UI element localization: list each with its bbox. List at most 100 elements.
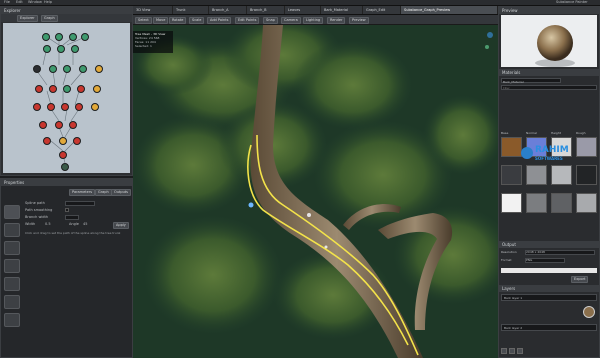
- snap-button[interactable]: Snap: [263, 17, 278, 24]
- graph-node-output[interactable]: [61, 163, 69, 171]
- delete-layer-icon[interactable]: [517, 348, 523, 354]
- select-button[interactable]: Select: [135, 17, 152, 24]
- format-field[interactable]: PNG: [525, 258, 565, 263]
- add-points-button[interactable]: Add Points: [207, 17, 232, 24]
- menu-help[interactable]: Help: [44, 0, 52, 4]
- graph-node[interactable]: [77, 85, 85, 93]
- layer-row[interactable]: Bark layer 2: [501, 324, 597, 331]
- texture-thumb[interactable]: [551, 165, 572, 185]
- menu-file[interactable]: File: [4, 0, 10, 4]
- spline-point[interactable]: [307, 213, 311, 217]
- add-layer-icon[interactable]: [501, 348, 507, 354]
- graph-node[interactable]: [79, 65, 87, 73]
- graph-node[interactable]: [59, 137, 67, 145]
- texture-thumb[interactable]: [551, 193, 572, 213]
- watermark-line2: SOFTWARES: [535, 156, 563, 161]
- texture-thumb[interactable]: [576, 165, 597, 185]
- graph-node[interactable]: [63, 65, 71, 73]
- graph-node[interactable]: [69, 121, 77, 129]
- tab-leaves[interactable]: Leaves: [285, 6, 321, 14]
- tab-graph-preview[interactable]: Substance_Graph_Preview: [401, 6, 498, 14]
- graph-node[interactable]: [69, 33, 77, 41]
- property-row: Spline path: [25, 201, 131, 207]
- graph-node[interactable]: [35, 85, 43, 93]
- spline-point[interactable]: [248, 202, 254, 208]
- duplicate-layer-icon[interactable]: [509, 348, 515, 354]
- graph-button[interactable]: Graph: [41, 15, 58, 22]
- graph-node[interactable]: [91, 103, 99, 111]
- layer-row[interactable]: Bark layer 1: [501, 294, 597, 301]
- angle-value[interactable]: 45: [83, 222, 87, 226]
- graph-node[interactable]: [59, 151, 67, 159]
- rotate-button[interactable]: Rotate: [169, 17, 187, 24]
- tab-branch-a[interactable]: Branch_A: [209, 6, 247, 14]
- material-preview: [501, 15, 597, 67]
- graph-node[interactable]: [63, 85, 71, 93]
- graph-node[interactable]: [81, 33, 89, 41]
- edit-points-button[interactable]: Edit Points: [235, 17, 260, 24]
- tab-graph[interactable]: Graph: [95, 189, 112, 196]
- brush-tool-icon[interactable]: [4, 259, 20, 273]
- tab-outputs[interactable]: Outputs: [111, 189, 131, 196]
- graph-node[interactable]: [33, 103, 41, 111]
- graph-node[interactable]: [42, 33, 50, 41]
- texture-thumb[interactable]: [501, 193, 522, 213]
- graph-node[interactable]: [93, 85, 101, 93]
- material-name-field[interactable]: Bark_Material: [501, 78, 561, 84]
- spline-path-field[interactable]: [65, 201, 95, 206]
- properties-title: Properties: [4, 180, 25, 185]
- spline-tool-icon[interactable]: [4, 205, 20, 219]
- graph-node[interactable]: [55, 121, 63, 129]
- graph-node[interactable]: [43, 45, 51, 53]
- layer-tool-icon[interactable]: [4, 277, 20, 291]
- paint-tool-icon[interactable]: [4, 241, 20, 255]
- settings-tool-icon[interactable]: [4, 313, 20, 327]
- move-button[interactable]: Move: [153, 17, 169, 24]
- tab-parameters[interactable]: Parameters: [69, 189, 96, 196]
- graph-node[interactable]: [95, 65, 103, 73]
- branch-width-field[interactable]: [65, 215, 79, 220]
- texture-thumb[interactable]: [576, 193, 597, 213]
- spline-point[interactable]: [324, 245, 328, 249]
- graph-node[interactable]: [43, 137, 51, 145]
- tab-branch-b[interactable]: Branch_B: [247, 6, 285, 14]
- explorer-button[interactable]: Explorer: [17, 15, 38, 22]
- texture-thumb[interactable]: [501, 137, 522, 157]
- graph-node[interactable]: [73, 137, 81, 145]
- graph-node[interactable]: [47, 103, 55, 111]
- texture-thumb[interactable]: [526, 193, 547, 213]
- graph-node[interactable]: [57, 45, 65, 53]
- tab-3d-view[interactable]: 3D View: [133, 6, 173, 14]
- tab-graph-edit[interactable]: Graph_Edit: [363, 6, 401, 14]
- graph-node[interactable]: [55, 33, 63, 41]
- graph-node[interactable]: [61, 103, 69, 111]
- graph-node[interactable]: [49, 85, 57, 93]
- texture-thumb[interactable]: [501, 165, 522, 185]
- preview-button[interactable]: Preview: [349, 17, 369, 24]
- graph-node[interactable]: [49, 65, 57, 73]
- preview-header: Preview: [499, 7, 599, 14]
- width-value[interactable]: 0.5: [45, 222, 51, 226]
- graph-node[interactable]: [39, 121, 47, 129]
- render-button[interactable]: Render: [327, 17, 346, 24]
- resolution-field[interactable]: 2048 x 2048: [525, 250, 595, 255]
- node-graph-canvas[interactable]: [3, 23, 130, 173]
- 3d-viewport[interactable]: Tree Mesh - 3D View Vertices: 24 568 Fac…: [133, 25, 498, 358]
- tab-bark-material[interactable]: Bark_Material: [321, 6, 363, 14]
- path-smoothing-checkbox[interactable]: [65, 208, 69, 212]
- export-button[interactable]: Export: [571, 276, 589, 283]
- camera-button[interactable]: Camera: [281, 17, 301, 24]
- fill-tool-icon[interactable]: [4, 295, 20, 309]
- menu-edit[interactable]: Edit: [16, 0, 23, 4]
- graph-node[interactable]: [71, 45, 79, 53]
- scale-button[interactable]: Scale: [189, 17, 205, 24]
- menu-window[interactable]: Window: [28, 0, 42, 4]
- move-tool-icon[interactable]: [4, 223, 20, 237]
- texture-thumb[interactable]: [526, 165, 547, 185]
- material-filter-input[interactable]: [501, 85, 597, 90]
- tab-trunk[interactable]: Trunk: [173, 6, 209, 14]
- apply-button[interactable]: Apply: [113, 222, 129, 229]
- graph-node[interactable]: [33, 65, 41, 73]
- graph-node[interactable]: [75, 103, 83, 111]
- lighting-button[interactable]: Lighting: [303, 17, 324, 24]
